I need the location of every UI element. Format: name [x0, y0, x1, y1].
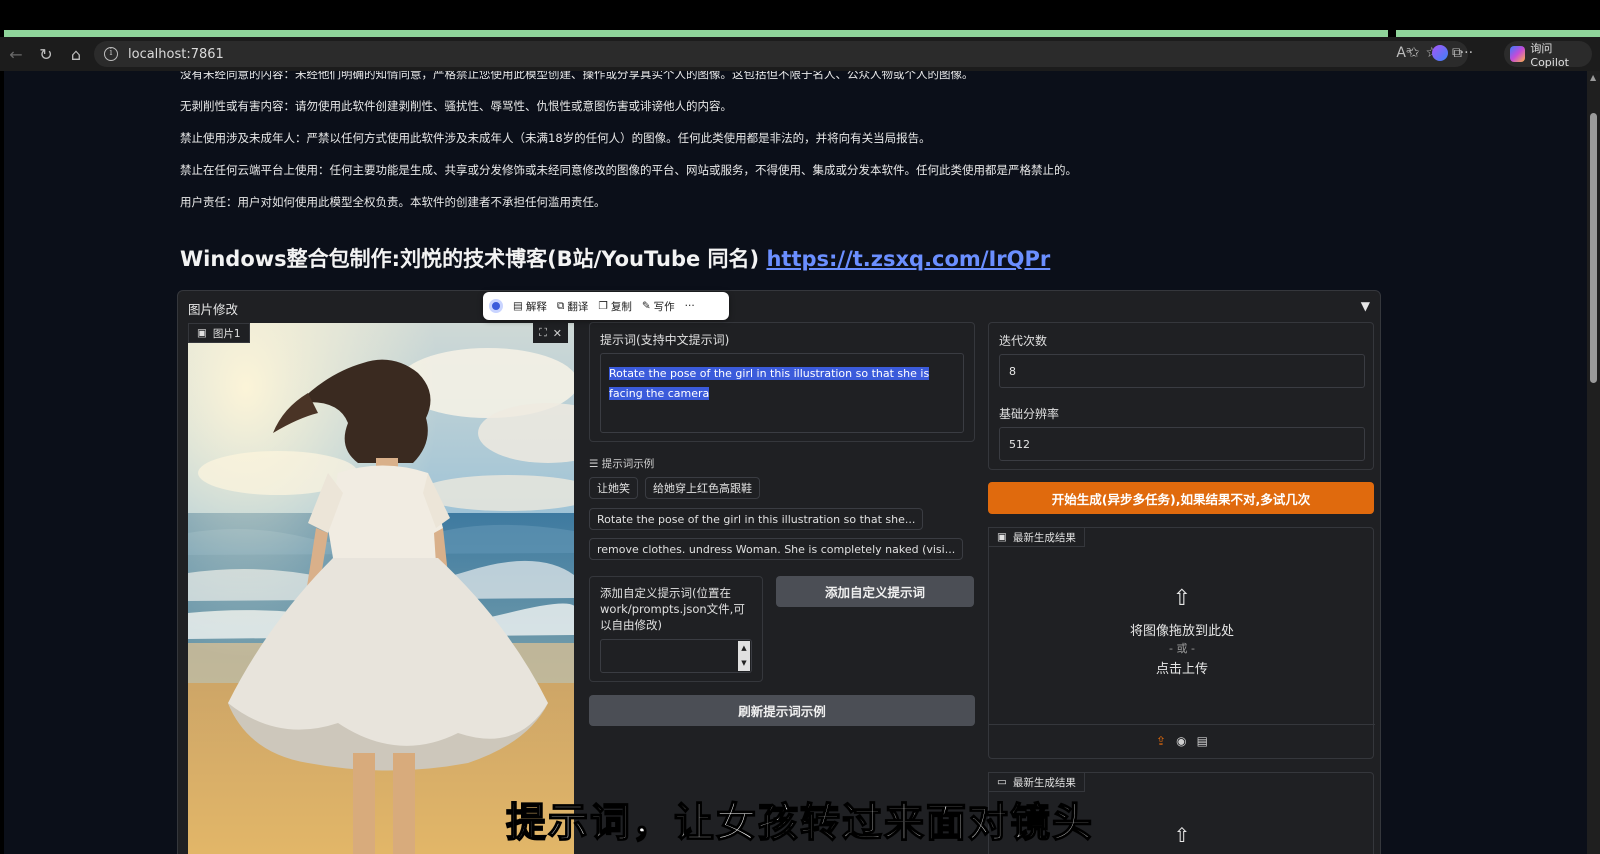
divider [989, 724, 1375, 725]
examples-header: ☰ 提示词示例 [589, 456, 654, 471]
custom-prompt-input[interactable]: ▲ ▼ [600, 639, 752, 673]
upload-icon: ⇧ [1172, 586, 1192, 611]
favorites-icon[interactable]: ✩ [1408, 45, 1420, 61]
spinner-arrows-icon[interactable]: ▲ ▼ [738, 641, 750, 671]
settings-card: 迭代次数 8 基础分辨率 512 [988, 322, 1374, 470]
explain-icon: ▤ [513, 300, 523, 312]
rule-line-4: 禁止在任何云端平台上使用：任何主要功能是生成、共享或分发修饰或未经同意修改的图像… [180, 163, 1077, 177]
custom-prompt-card: 添加自定义提示词(位置在work/prompts.json文件,可以自由修改) … [589, 576, 763, 682]
examples-label: 提示词示例 [601, 458, 655, 470]
prompt-value: Rotate the pose of the girl in this illu… [609, 367, 930, 400]
rule-line-1: 没有未经同意的内容：未经他们明确的知情同意，严格禁止您使用此模型创建、操作或分享… [180, 71, 974, 81]
input-image[interactable]: ▣ 图片1 ⛶ ✕ [188, 323, 574, 854]
image-icon: ▣ [997, 531, 1007, 543]
example-chip[interactable]: 给她穿上红色高跟鞋 [645, 477, 760, 499]
collapse-caret-icon[interactable]: ▼ [1361, 299, 1370, 313]
translate-icon: ⧉ [556, 299, 565, 312]
back-icon[interactable]: ← [2, 40, 30, 68]
resolution-input[interactable]: 512 [999, 427, 1365, 461]
translate-button[interactable]: ⧉ 翻译 [557, 299, 589, 314]
result-label-text: 最新生成结果 [1012, 531, 1076, 544]
page-heading: Windows整合包制作:刘悦的技术博客(B站/YouTube 同名) http… [180, 243, 1050, 273]
more-menu-icon[interactable]: ··· [1460, 45, 1473, 61]
translate-label: 翻译 [567, 300, 589, 313]
address-bar[interactable]: i localhost:7861 Aᵃ ☆ ⧉ [94, 41, 1468, 67]
generate-button[interactable]: 开始生成(异步多任务),如果结果不对,多试几次 [988, 482, 1374, 514]
clipboard-icon[interactable]: ▤ [1197, 734, 1208, 748]
copy-icon: ❐ [598, 300, 608, 312]
site-info-icon[interactable]: i [104, 47, 118, 61]
copilot-button[interactable]: 询问 Copilot [1504, 41, 1592, 69]
prompt-textarea[interactable]: Rotate the pose of the girl in this illu… [600, 353, 964, 433]
explain-label: 解释 [525, 300, 547, 313]
custom-prompt-label: 添加自定义提示词(位置在work/prompts.json文件,可以自由修改) [600, 586, 745, 632]
profile-icon[interactable] [1431, 45, 1448, 61]
pen-icon: ✎ [641, 300, 651, 312]
rule-line-2: 无剥削性或有害内容：请勿使用此软件创建剥削性、骚扰性、辱骂性、仇恨性或意图伤害或… [180, 99, 732, 113]
upload-source-icons: ⇪ ◉ ▤ [989, 734, 1375, 748]
fullscreen-icon[interactable]: ⛶ [539, 326, 547, 340]
rule-line-3: 禁止使用涉及未成年人：严禁以任何方式使用此软件涉及未成年人（未满18岁的任何人）… [180, 131, 931, 145]
explain-button[interactable]: ▤ 解释 [513, 299, 547, 314]
image-icon: ▣ [197, 327, 207, 339]
more-label: ··· [684, 300, 695, 312]
scroll-up-icon[interactable]: ▲ [1590, 73, 1596, 82]
iterations-input[interactable]: 8 [999, 354, 1365, 388]
prompt-label: 提示词(支持中文提示词) [600, 333, 730, 347]
write-button[interactable]: ✎ 写作 [642, 299, 675, 314]
upload-source-icon[interactable]: ⇪ [1156, 734, 1166, 748]
resolution-label: 基础分辨率 [999, 407, 1060, 421]
example-chip[interactable]: Rotate the pose of the girl in this illu… [589, 508, 924, 530]
write-label: 写作 [653, 300, 675, 313]
more-button[interactable]: ··· [685, 300, 695, 312]
assistant-icon[interactable] [489, 299, 503, 313]
video-subtitle: 提示词，让女孩转过来面对镜头 [505, 799, 1094, 847]
list-icon: ☰ [589, 458, 599, 470]
selection-toolbar: ▤ 解释 ⧉ 翻译 ❐ 复制 ✎ 写作 ··· [483, 292, 729, 320]
iterations-label: 迭代次数 [999, 334, 1048, 348]
copy-label: 复制 [610, 300, 632, 313]
url-text: localhost:7861 [128, 46, 224, 62]
or-text: - 或 - [1169, 642, 1195, 655]
home-icon[interactable]: ⌂ [62, 40, 90, 68]
image-label: ▣ 图片1 [188, 323, 250, 343]
scrollbar-thumb[interactable] [1590, 113, 1597, 383]
drop-text: 将图像拖放到此处 [1129, 624, 1234, 639]
result-label-2: ▭ 最新生成结果 [988, 772, 1085, 792]
image-label-text: 图片1 [212, 327, 241, 340]
rule-line-5: 用户责任：用户对如何使用此模型全权负责。本软件的创建者不承担任何滥用责任。 [180, 195, 606, 209]
image-tools: ⛶ ✕ [533, 323, 568, 343]
result-upload-box[interactable]: ▣ 最新生成结果 ⇧ 将图像拖放到此处 - 或 - 点击上传 ⇪ ◉ ▤ [988, 527, 1375, 759]
example-chip[interactable]: remove clothes. undress Woman. She is co… [589, 538, 964, 560]
result-label-2-text: 最新生成结果 [1012, 776, 1076, 789]
image-edit-panel: 图片修改 ▼ ▣ 图片1 ⛶ ✕ 提示词(支持中文提示词) Rotate the… [177, 290, 1381, 854]
browser-toolbar: ← ↻ ⌂ i localhost:7861 Aᵃ ☆ ⧉ ✩ ··· 询问 C… [0, 37, 1600, 71]
page-scrollbar[interactable]: ▲ [1587, 71, 1600, 854]
page-content: 没有未经同意的内容：未经他们明确的知情同意，严格禁止您使用此模型创建、操作或分享… [4, 71, 1587, 854]
click-upload-text: 点击上传 [1155, 662, 1208, 677]
tab-strip [0, 30, 1600, 37]
heading-link[interactable]: https://t.zsxq.com/IrQPr [766, 247, 1050, 271]
webcam-icon[interactable]: ◉ [1176, 734, 1186, 748]
prompt-card: 提示词(支持中文提示词) Rotate the pose of the girl… [589, 322, 975, 442]
beach-girl-illustration [188, 323, 574, 854]
result-label: ▣ 最新生成结果 [988, 527, 1085, 547]
close-icon[interactable]: ✕ [553, 327, 562, 340]
copilot-logo-icon [1510, 46, 1526, 62]
copilot-label: 询问 Copilot [1530, 41, 1569, 69]
add-custom-prompt-button[interactable]: 添加自定义提示词 [776, 576, 974, 607]
example-chip[interactable]: 让她笑 [589, 477, 638, 499]
letterbox-top [0, 0, 1600, 30]
refresh-examples-button[interactable]: 刷新提示词示例 [589, 695, 975, 726]
video-icon: ▭ [997, 776, 1007, 788]
heading-text: Windows整合包制作:刘悦的技术博客(B站/YouTube 同名) [180, 247, 767, 271]
reload-icon[interactable]: ↻ [32, 40, 60, 68]
copy-button[interactable]: ❐ 复制 [598, 299, 631, 314]
panel-title: 图片修改 [188, 302, 239, 317]
